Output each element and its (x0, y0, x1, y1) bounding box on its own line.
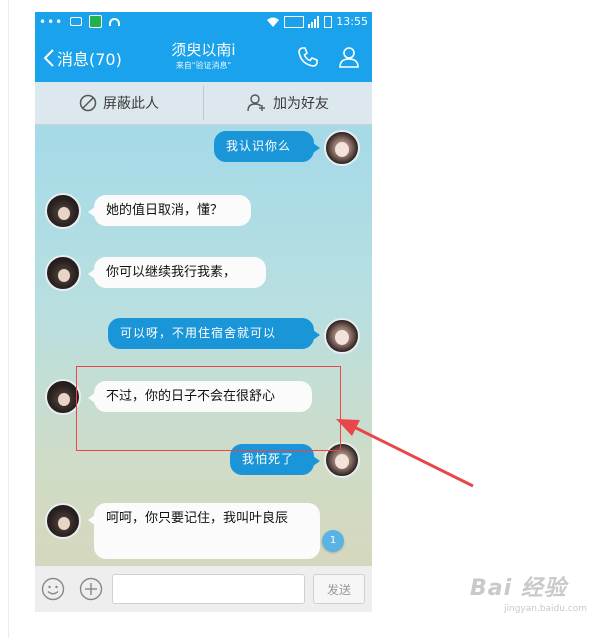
annotation-arrow-icon (336, 419, 474, 488)
message-bubble-incoming[interactable]: 她的值日取消，懂？ (88, 195, 251, 226)
phone-icon[interactable] (297, 46, 319, 68)
message-input[interactable] (112, 574, 305, 604)
plus-icon[interactable] (79, 577, 103, 601)
message-bubble-incoming[interactable]: 呵呵，你只要记住，我叫叶良辰 (88, 503, 320, 559)
contact-avatar[interactable] (45, 193, 81, 229)
message-bubble-outgoing[interactable]: 我认识你么 (214, 131, 320, 162)
watermark-url: jingyan.baidu.com (504, 604, 588, 614)
add-friend-label: 加为好友 (273, 96, 329, 112)
my-avatar[interactable] (324, 130, 360, 166)
wifi-icon (267, 17, 280, 27)
highlight-box (76, 366, 341, 451)
more-indicator: ••• (39, 14, 64, 29)
chat-title: 须臾以南i (171, 41, 236, 59)
phone-screen: ••• 13:55 消息(70) 须臾以南i 来自"验证消息" 屏蔽此人 加为好… (35, 12, 372, 612)
title-block: 须臾以南i 来自"验证消息" (35, 40, 372, 72)
message-text: 你可以继续我行我素， (106, 265, 237, 280)
cell-signal-icon (308, 15, 320, 28)
emoji-icon[interactable] (41, 577, 65, 601)
contact-avatar[interactable] (45, 255, 81, 291)
camera-icon (70, 17, 83, 26)
status-bar: ••• 13:55 (35, 12, 372, 34)
watermark-logo: Bai 经验 (470, 576, 567, 601)
block-label: 屏蔽此人 (103, 96, 159, 112)
battery-icon (324, 15, 333, 28)
block-button[interactable]: 屏蔽此人 (35, 82, 203, 124)
status-left: ••• (39, 14, 121, 29)
input-bar: 发送 (35, 565, 372, 612)
signal-icon (284, 15, 305, 28)
chat-subtitle: 来自"验证消息" (175, 61, 232, 70)
contact-avatar[interactable] (45, 503, 81, 539)
message-text: 可以呀，不用住宿舍就可以 (120, 326, 277, 340)
stranger-action-bar: 屏蔽此人 加为好友 (35, 82, 372, 125)
unread-badge[interactable]: 1 (322, 530, 344, 552)
message-text: 呵呵，你只要记住，我叫叶良辰 (106, 511, 289, 526)
watermark: Bai 经验 jingyan.baidu.com (470, 570, 610, 632)
status-right: 13:55 (266, 15, 368, 28)
my-avatar[interactable] (324, 318, 360, 354)
status-time: 13:55 (336, 15, 368, 28)
send-button[interactable]: 发送 (313, 574, 365, 604)
block-icon (79, 94, 97, 112)
add-friend-button[interactable]: 加为好友 (204, 82, 372, 124)
message-text: 我怕死了 (242, 452, 295, 466)
chat-header: 消息(70) 须臾以南i 来自"验证消息" (35, 34, 372, 82)
app-notification-icon (89, 15, 103, 28)
page-divider (8, 0, 9, 638)
add-user-icon (247, 94, 265, 112)
profile-icon[interactable] (338, 46, 360, 68)
headphones-icon (109, 17, 121, 26)
message-bubble-incoming[interactable]: 你可以继续我行我素， (88, 257, 266, 288)
message-text: 我认识你么 (226, 139, 292, 153)
message-text: 她的值日取消，懂？ (106, 203, 224, 218)
message-bubble-outgoing[interactable]: 可以呀，不用住宿舍就可以 (108, 318, 320, 349)
